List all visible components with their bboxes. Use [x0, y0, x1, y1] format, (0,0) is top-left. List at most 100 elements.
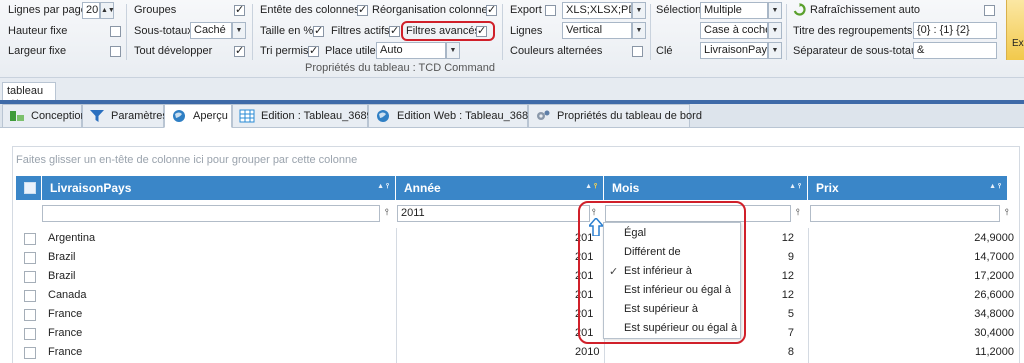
export-label: Export [510, 4, 542, 16]
separateur-label: Séparateur de sous-totaux [793, 45, 923, 57]
tab-proprietes[interactable]: Propriétés du tableau de bord [528, 104, 702, 128]
groupes-checkbox[interactable] [234, 3, 245, 16]
place-utile-label: Place utile [325, 45, 376, 57]
column-header-livraisonpays[interactable]: LivraisonPays ▲ ⫯ [42, 176, 396, 200]
document-tab[interactable]: tableau ✕ [2, 82, 56, 109]
table-row[interactable]: Brazil 201 9 14,7000 [16, 248, 1020, 267]
table-row[interactable]: Argentina 201 12 24,9000 [16, 229, 1020, 248]
row-checkbox[interactable] [24, 309, 36, 321]
tab-label: Conception [31, 110, 87, 122]
sort-icon[interactable]: ▲ ⫯ [585, 183, 597, 191]
place-utile-dropdown-icon[interactable]: ▼ [446, 42, 460, 59]
titre-regroupements-input[interactable]: {0} : {1} {2} [913, 22, 997, 39]
column-header-label: LivraisonPays [50, 181, 132, 195]
gear-icon [537, 110, 550, 120]
tab-conception[interactable]: Conception [2, 104, 87, 128]
table-row[interactable]: France 201 5 34,8000 [16, 305, 1020, 324]
tab-parametres[interactable]: Paramètres [82, 104, 168, 128]
lignes-dropdown-icon[interactable]: ▼ [632, 22, 646, 39]
tab-label: Edition Web : Tableau_368914 [397, 110, 547, 122]
table-row[interactable]: Canada 201 12 26,6000 [16, 286, 1020, 305]
column-header-label: Prix [816, 181, 839, 195]
cle-dropdown-icon[interactable]: ▼ [768, 42, 782, 59]
tab-edition-web[interactable]: Edition Web : Tableau_368914 [368, 104, 546, 128]
filtres-actifs-label: Filtres actifs [331, 25, 390, 37]
selection-mode-select[interactable]: Case à cocher [700, 22, 768, 39]
ribbon-separator [786, 4, 787, 60]
titre-regroupements-label: Titre des regroupements [793, 25, 913, 37]
lignes-label: Lignes [510, 25, 543, 37]
filter-input-prix[interactable] [810, 205, 1000, 222]
sort-icon[interactable]: ▲ ⫯ [377, 183, 389, 191]
row-checkbox[interactable] [24, 290, 36, 302]
selection-dropdown-icon[interactable]: ▼ [768, 2, 782, 19]
column-header-prix[interactable]: Prix ▲ ⫯ [808, 176, 1008, 200]
filter-icon[interactable]: ⫯ [385, 207, 389, 218]
place-utile-select[interactable]: Auto [376, 42, 446, 59]
cell-prix: 30,4000 [974, 327, 1014, 339]
sous-totaux-dropdown-icon[interactable]: ▼ [232, 22, 246, 39]
filter-icon [90, 110, 104, 122]
filtres-actifs-checkbox[interactable] [389, 24, 400, 37]
tab-apercu[interactable]: Aperçu [164, 104, 232, 128]
export-select[interactable]: XLS;XLSX;PDF; [562, 2, 632, 19]
filter-icon[interactable]: ⫯ [1005, 207, 1009, 218]
row-checkbox[interactable] [24, 347, 36, 359]
table-row[interactable]: France 201 7 30,4000 [16, 324, 1020, 343]
tab-label: Propriétés du tableau de bord [557, 110, 702, 122]
rafraichissement-label: Rafraîchissement auto [810, 4, 921, 16]
rafraichissement-checkbox[interactable] [984, 5, 995, 16]
entete-colonnes-label: Entête des colonnes [260, 4, 360, 16]
table-row[interactable]: France 2010 8 11,2000 [16, 343, 1020, 362]
hauteur-fixe-label: Hauteur fixe [8, 25, 68, 37]
globe-icon [173, 110, 185, 122]
column-header-mois[interactable]: Mois ▲ ⫯ [604, 176, 808, 200]
lignes-par-page-spinner[interactable]: ▲▼ [100, 2, 115, 19]
select-all-checkbox[interactable] [24, 182, 36, 194]
taille-pct-checkbox[interactable] [313, 24, 324, 37]
lignes-par-page-label: Lignes par page [8, 4, 87, 16]
tout-developper-checkbox[interactable] [234, 44, 245, 57]
couleurs-alternees-checkbox[interactable] [632, 46, 643, 57]
column-header-label: Année [404, 181, 441, 195]
row-checkbox[interactable] [24, 233, 36, 245]
cell-pays: France [48, 308, 83, 320]
ribbon-separator [650, 4, 651, 60]
filter-input-annee[interactable]: 2011 [397, 205, 590, 222]
row-checkbox[interactable] [24, 328, 36, 340]
cell-pays: Canada [48, 289, 87, 301]
cle-select[interactable]: LivraisonPays [700, 42, 768, 59]
row-checkbox[interactable] [24, 252, 36, 264]
table-row[interactable]: Brazil 201 12 17,2000 [16, 267, 1020, 286]
reorganisation-checkbox[interactable] [486, 3, 497, 16]
ribbon-cut-button[interactable] [1006, 0, 1024, 60]
separateur-input[interactable]: & [913, 42, 997, 59]
cell-annee: 2010 [575, 346, 600, 358]
cell-pays: France [48, 346, 83, 358]
largeur-fixe-checkbox[interactable] [110, 46, 121, 57]
hauteur-fixe-checkbox[interactable] [110, 26, 121, 37]
sort-icon[interactable]: ▲ ⫯ [989, 183, 1001, 191]
column-header-annee[interactable]: Année ▲ ⫯ [396, 176, 604, 200]
entete-colonnes-checkbox[interactable] [357, 3, 368, 16]
document-tab-strip [0, 78, 1024, 100]
filtres-avances-highlight [401, 21, 495, 41]
sort-icon[interactable]: ▲ ⫯ [789, 183, 801, 191]
tri-permis-checkbox[interactable] [308, 44, 319, 57]
selection-select[interactable]: Multiple [700, 2, 768, 19]
filter-input-livraisonpays[interactable] [42, 205, 380, 222]
tab-edition[interactable]: Edition : Tableau_368914 [232, 104, 385, 128]
export-dropdown-icon[interactable]: ▼ [632, 2, 646, 19]
sous-totaux-select[interactable]: Caché [190, 22, 232, 39]
lignes-select[interactable]: Vertical [562, 22, 632, 39]
cell-mois: 12 [781, 270, 794, 282]
export-checkbox[interactable] [545, 5, 556, 16]
group-by-hint: Faites glisser un en-tête de colonne ici… [16, 154, 358, 166]
tab-label: Edition : Tableau_368914 [261, 110, 385, 122]
row-checkbox[interactable] [24, 271, 36, 283]
groupes-label: Groupes [134, 4, 177, 16]
lignes-par-page-input[interactable]: 20 [82, 2, 100, 19]
filter-icon[interactable]: ⫯ [796, 207, 800, 218]
selection-mode-dropdown-icon[interactable]: ▼ [768, 22, 782, 39]
column-header-label: Mois [612, 181, 640, 195]
